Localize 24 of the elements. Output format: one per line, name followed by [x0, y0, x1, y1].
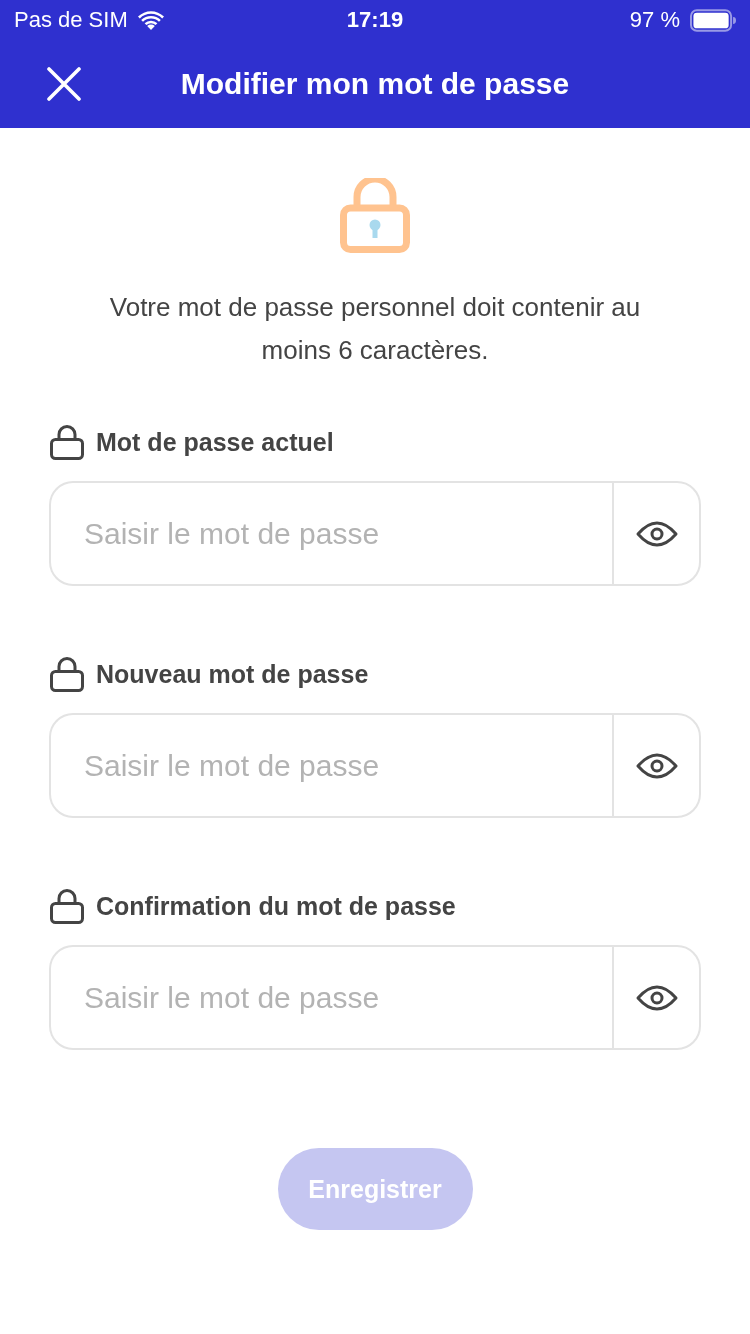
show-password-button[interactable]	[612, 945, 701, 1050]
password-input[interactable]: Saisir le mot de passe	[49, 713, 612, 818]
padlock-icon	[50, 424, 84, 460]
show-password-button[interactable]	[612, 713, 701, 818]
battery-percent-text: 97 %	[629, 7, 680, 33]
eye-icon	[635, 983, 678, 1012]
intro-text: Votre mot de passe personnel doit contenir au moins 6 caractères.	[108, 291, 642, 367]
eye-icon	[635, 519, 678, 548]
close-icon	[47, 67, 81, 101]
padlock-icon	[50, 888, 84, 924]
wifi-icon	[137, 10, 164, 30]
password-input[interactable]: Saisir le mot de passe	[49, 945, 612, 1050]
password-input[interactable]: Saisir le mot de passe	[49, 481, 612, 586]
padlock-icon	[50, 656, 84, 692]
eye-icon	[635, 751, 678, 780]
field-label: Confirmation du mot de passe	[96, 891, 456, 921]
carrier-text: Pas de SIM	[14, 7, 128, 33]
screen-title: Modifier mon mot de passe	[180, 67, 570, 101]
clock-text: 17:19	[346, 7, 404, 33]
padlock-icon	[340, 178, 410, 253]
show-password-button[interactable]	[612, 481, 701, 586]
field-label: Mot de passe actuel	[96, 427, 334, 457]
field-label: Nouveau mot de passe	[96, 659, 369, 689]
battery-icon	[690, 8, 736, 32]
